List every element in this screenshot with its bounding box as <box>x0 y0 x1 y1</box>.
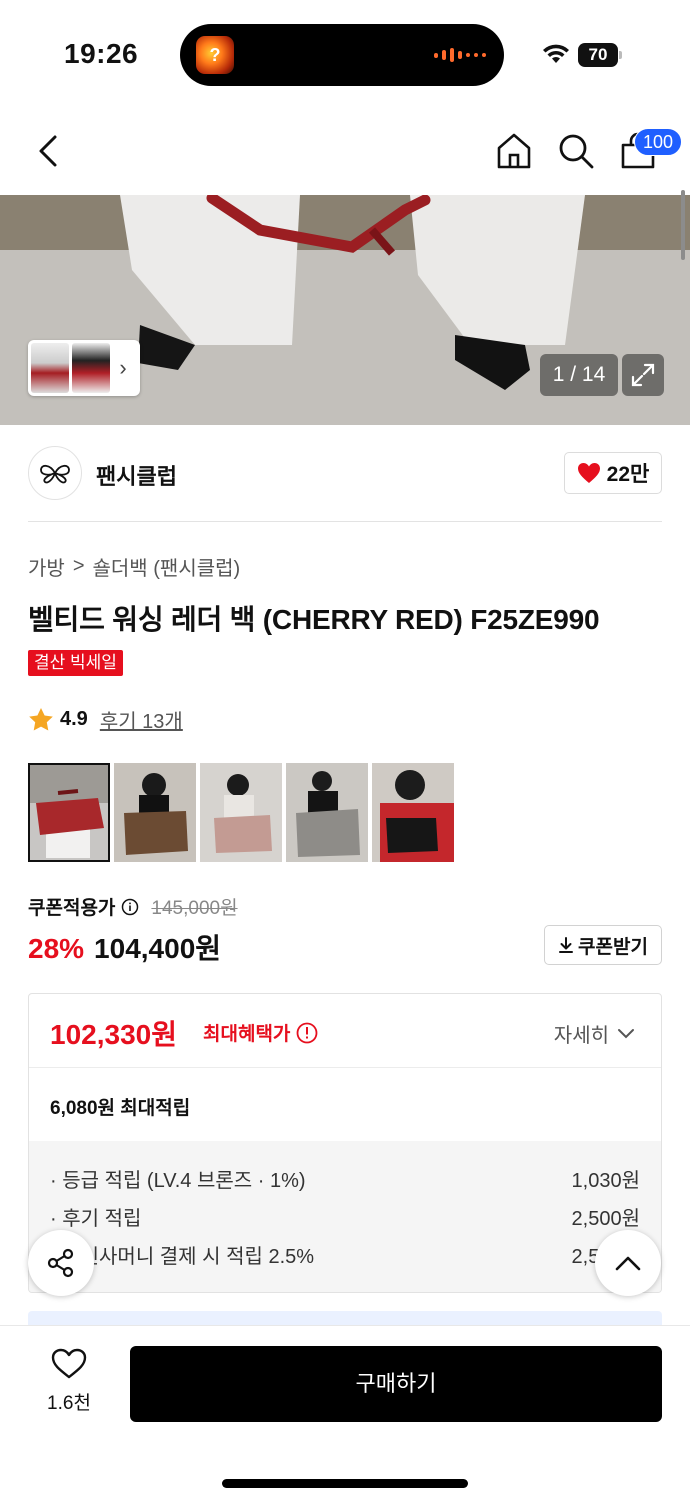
max-benefit-label: 최대혜택가 <box>203 1019 318 1046</box>
points-item-label: · 후기 적립 <box>50 1207 142 1230</box>
heart-icon <box>577 463 600 483</box>
wishlist-button[interactable]: 1.6천 <box>38 1348 100 1415</box>
product-title: 벨티드 워싱 레더 백 (CHERRY RED) F25ZE990 <box>28 604 600 635</box>
hero-mini-thumb <box>72 343 110 393</box>
coupon-price-label-row: 쿠폰적용가 145,000원 <box>28 893 238 920</box>
breadcrumb-separator: > <box>72 555 85 577</box>
rating-score: 4.9 <box>60 708 88 730</box>
share-icon <box>47 1248 74 1278</box>
dynamic-island: ? <box>180 24 504 86</box>
max-benefit-price: 102,330원 <box>50 1019 177 1050</box>
info-icon[interactable] <box>121 898 139 916</box>
original-price: 145,000원 <box>151 898 238 919</box>
back-button[interactable] <box>24 127 72 175</box>
color-option-thumbnails <box>28 763 454 862</box>
battery-indicator: 70 <box>578 43 622 67</box>
points-item: · 무신사머니 결제 시 적립 2.5% 2,550원 <box>50 1235 640 1273</box>
brand-row: 팬시클럽 22만 <box>28 425 662 522</box>
color-thumb-brown[interactable] <box>114 763 196 862</box>
buy-button[interactable]: 구매하기 <box>130 1346 662 1422</box>
breadcrumb-category[interactable]: 가방 <box>28 552 65 581</box>
chevron-down-icon <box>618 1028 634 1038</box>
sale-price: 104,400원 <box>94 933 222 964</box>
benefit-header: 102,330원 최대혜택가 자세히 <box>29 994 661 1068</box>
search-icon <box>559 134 594 169</box>
heart-icon <box>51 1348 87 1379</box>
color-thumb-cherry-red[interactable] <box>28 763 110 862</box>
wishlist-count: 1.6천 <box>47 1393 91 1414</box>
color-thumb-pink[interactable] <box>200 763 282 862</box>
brand-logo[interactable] <box>28 446 82 500</box>
brand-like-count: 22만 <box>606 463 650 486</box>
island-app-icon: ? <box>196 36 234 74</box>
points-total: 6,080원 최대적립 <box>50 1098 191 1119</box>
brand-like-button[interactable]: 22만 <box>564 452 662 494</box>
points-item: · 등급 적립 (LV.4 브론즈 · 1%) 1,030원 <box>50 1159 640 1197</box>
battery-level: 70 <box>578 43 618 67</box>
discount-rate: 28% <box>28 933 85 964</box>
share-button[interactable] <box>28 1230 94 1296</box>
bottom-action-bar: 1.6천 구매하기 <box>0 1325 690 1500</box>
product-hero-image[interactable]: › 1 / 14 <box>0 195 690 425</box>
breadcrumb-subcategory[interactable]: 숄더백 (팬시클럽) <box>93 552 241 581</box>
audio-wave-icon <box>434 46 486 64</box>
sale-badge: 결산 빅세일 <box>28 650 123 676</box>
price-row: 28% 104,400원 <box>28 927 221 967</box>
breadcrumb: 가방 > 숄더백 (팬시클럽) <box>28 552 240 581</box>
coupon-download-button[interactable]: 쿠폰받기 <box>544 925 662 965</box>
color-thumb-grey[interactable] <box>286 763 368 862</box>
chevron-right-icon: › <box>119 355 127 380</box>
status-bar: 19:26 ? 70 <box>0 0 690 105</box>
points-item: · 후기 적립 2,500원 <box>50 1197 640 1235</box>
points-breakdown: · 등급 적립 (LV.4 브론즈 · 1%) 1,030원 · 후기 적립 2… <box>29 1141 661 1292</box>
brand-logo-mark <box>40 464 70 484</box>
coupon-price-label: 쿠폰적용가 <box>28 898 116 919</box>
expand-icon <box>631 363 655 387</box>
scroll-indicator[interactable] <box>681 190 685 260</box>
points-item-value: 2,500원 <box>571 1207 640 1230</box>
home-button[interactable] <box>490 127 538 175</box>
max-benefit-panel: 102,330원 최대혜택가 자세히 6,080원 최대적립 · 등급 적립 (… <box>28 993 662 1293</box>
hero-thumbnail-strip[interactable]: › <box>28 340 140 396</box>
benefit-detail-toggle[interactable]: 자세히 <box>554 1019 635 1048</box>
brand-name[interactable]: 팬시클럽 <box>96 459 177 491</box>
home-indicator <box>222 1479 468 1488</box>
wifi-icon <box>543 44 569 63</box>
back-icon <box>39 135 57 167</box>
status-time: 19:26 <box>64 38 139 69</box>
detail-toggle-label: 자세히 <box>553 1025 609 1047</box>
rating-row: 4.9 후기 13개 <box>28 705 183 734</box>
coupon-download-label: 쿠폰받기 <box>578 936 648 958</box>
scroll-to-top-button[interactable] <box>595 1230 661 1296</box>
points-item-label: · 등급 적립 (LV.4 브론즈 · 1%) <box>50 1169 306 1192</box>
download-icon <box>559 937 574 953</box>
expand-image-button[interactable] <box>622 354 664 396</box>
search-button[interactable] <box>552 127 600 175</box>
points-item-value: 1,030원 <box>571 1169 640 1192</box>
cart-count-badge: 100 <box>634 128 683 156</box>
star-icon <box>29 708 53 731</box>
info-icon[interactable] <box>296 1022 318 1044</box>
chevron-up-icon <box>615 1256 641 1271</box>
image-page-counter: 1 / 14 <box>540 354 618 396</box>
home-icon <box>497 133 531 169</box>
top-nav <box>0 105 690 197</box>
max-benefit-label-text: 최대혜택가 <box>203 1024 291 1045</box>
color-thumb-black[interactable] <box>372 763 454 862</box>
review-link[interactable]: 후기 13개 <box>100 705 183 734</box>
hero-mini-thumb <box>31 343 69 393</box>
